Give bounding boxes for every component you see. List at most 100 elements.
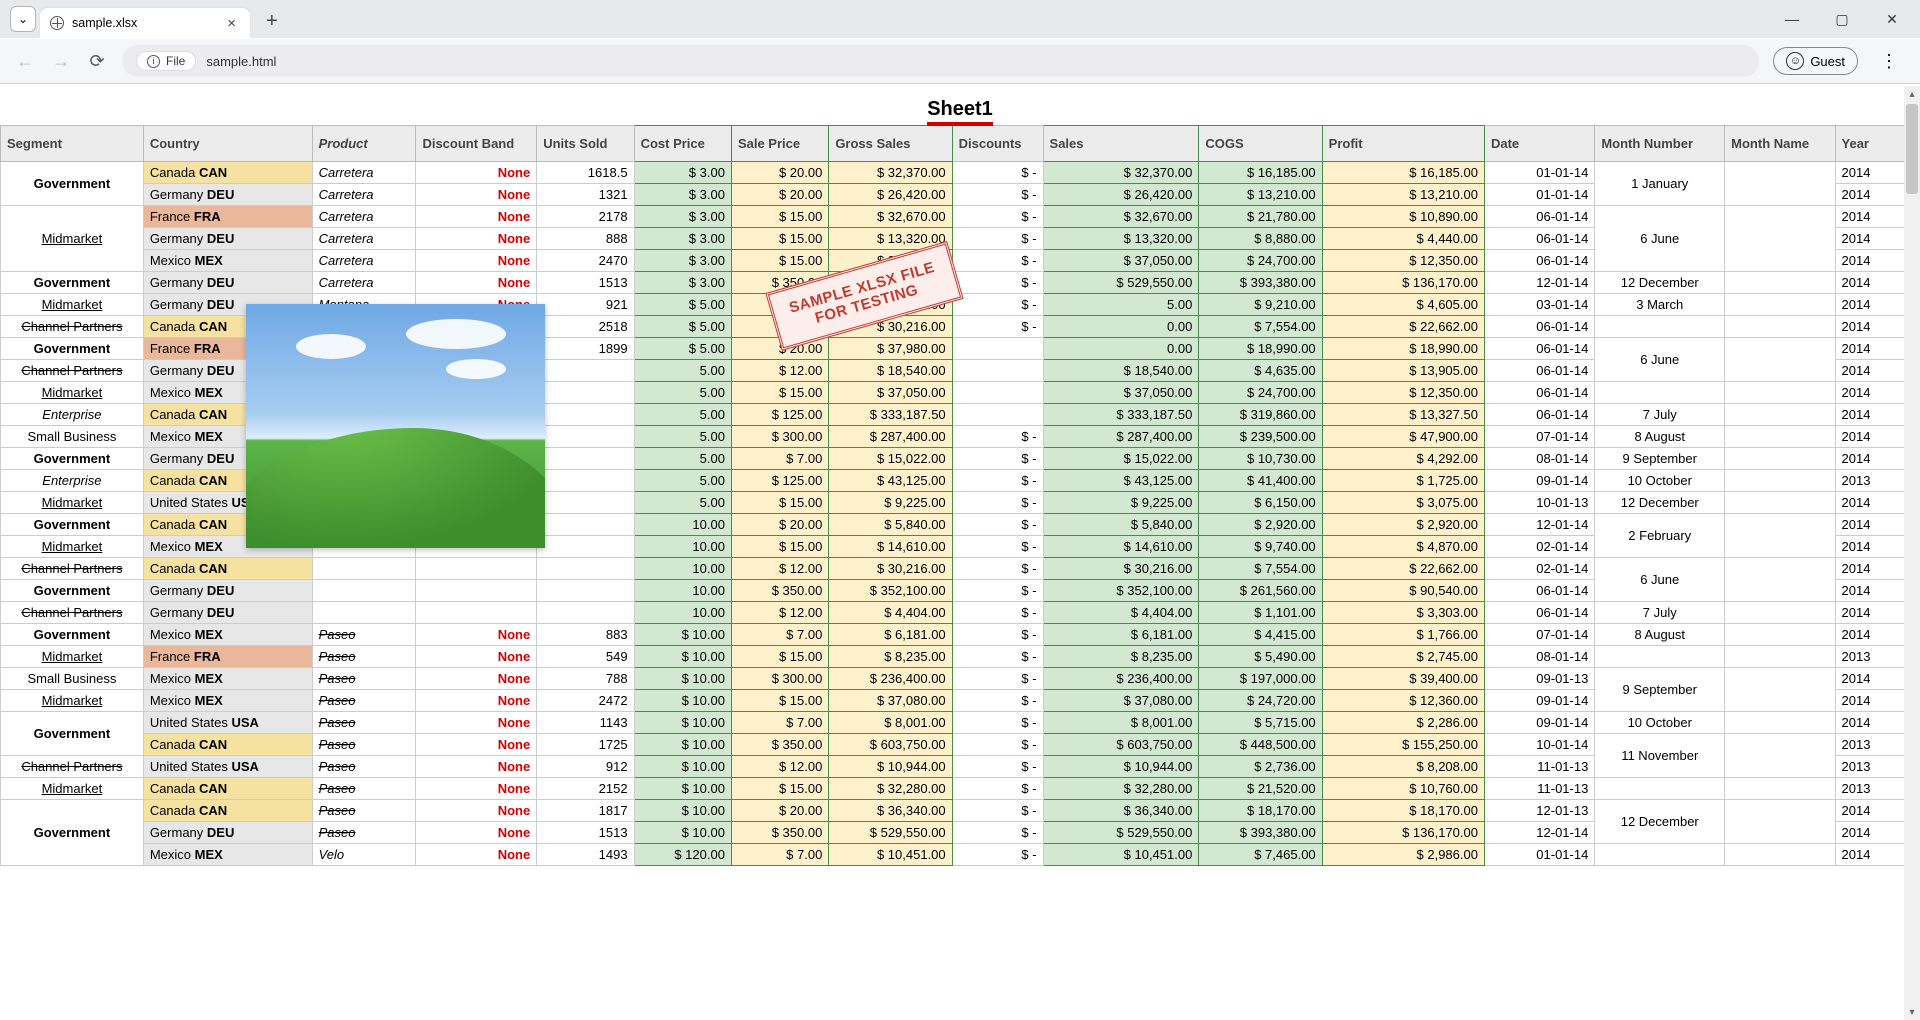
page-viewport[interactable]: Sheet1 SegmentCountryProductDiscount Ban… [0, 86, 1920, 1020]
segment-cell: Midmarket [1, 646, 144, 668]
country-cell: France FRA [143, 206, 312, 228]
profit-cell: $ 155,250.00 [1322, 734, 1484, 756]
month-cell: 10 October [1595, 712, 1725, 734]
close-window-button[interactable]: ✕ [1870, 4, 1914, 34]
back-button[interactable]: ← [14, 50, 36, 72]
country-cell: Germany DEU [143, 602, 312, 624]
vertical-scrollbar[interactable]: ▴ ▾ [1904, 86, 1920, 1020]
cost-cell: $ 120.00 [634, 844, 731, 866]
table-row: Channel PartnersCanada CAN10.00$ 12.00$ … [1, 558, 1920, 580]
cogs-cell: $ 16,185.00 [1199, 162, 1322, 184]
tab-search-button[interactable]: ⌄ [10, 6, 36, 32]
profit-cell: $ 2,286.00 [1322, 712, 1484, 734]
units-cell: 1618.5 [537, 162, 634, 184]
maximize-button[interactable]: ▢ [1820, 4, 1864, 34]
guest-label: Guest [1810, 54, 1845, 69]
date-cell: 11-01-13 [1484, 756, 1594, 778]
date-cell: 06-01-14 [1484, 338, 1594, 360]
segment-cell: Channel Partners [1, 558, 144, 580]
country-cell: Germany DEU [143, 272, 312, 294]
product-cell [312, 558, 416, 580]
table-row: Canada CANPaseoNone1725$ 10.00$ 350.00$ … [1, 734, 1920, 756]
discount-cell: $ - [952, 800, 1043, 822]
sales-cell: $ 15,022.00 [1043, 448, 1199, 470]
discount-cell: $ - [952, 492, 1043, 514]
address-bar[interactable]: i File sample.html [122, 45, 1759, 77]
scroll-thumb[interactable] [1906, 104, 1918, 194]
sale-cell: $ 15.00 [731, 250, 828, 272]
month-cell: 8 August [1595, 624, 1725, 646]
sales-cell: 0.00 [1043, 316, 1199, 338]
browser-tab[interactable]: sample.xlsx × [40, 8, 250, 38]
cogs-cell: $ 13,210.00 [1199, 184, 1322, 206]
cogs-cell: $ 21,780.00 [1199, 206, 1322, 228]
date-cell: 12-01-14 [1484, 514, 1594, 536]
browser-menu-button[interactable]: ⋮ [1872, 51, 1906, 72]
units-cell [537, 514, 634, 536]
units-cell [537, 426, 634, 448]
discount-cell: $ - [952, 580, 1043, 602]
scroll-up-icon[interactable]: ▴ [1904, 86, 1920, 102]
date-cell: 03-01-14 [1484, 294, 1594, 316]
table-row: MidmarketFrance FRAPaseoNone549$ 10.00$ … [1, 646, 1920, 668]
units-cell: 888 [537, 228, 634, 250]
country-cell: Germany DEU [143, 228, 312, 250]
cost-cell: 10.00 [634, 602, 731, 624]
cogs-cell: $ 7,554.00 [1199, 316, 1322, 338]
discount-band-cell: None [416, 822, 537, 844]
units-cell: 549 [537, 646, 634, 668]
cogs-cell: $ 239,500.00 [1199, 426, 1322, 448]
sales-cell: $ 236,400.00 [1043, 668, 1199, 690]
cost-cell: $ 10.00 [634, 800, 731, 822]
country-cell: Canada CAN [143, 162, 312, 184]
discount-cell: $ - [952, 844, 1043, 866]
profit-cell: $ 4,605.00 [1322, 294, 1484, 316]
profit-cell: $ 10,760.00 [1322, 778, 1484, 800]
sales-cell: $ 37,050.00 [1043, 382, 1199, 404]
gross-cell: $ 236,400.00 [829, 668, 952, 690]
sale-cell: $ 7.00 [731, 712, 828, 734]
sheet-title: Sheet1 [0, 86, 1920, 125]
cogs-cell: $ 319,860.00 [1199, 404, 1322, 426]
sale-cell: $ 7.00 [731, 844, 828, 866]
month-cell: 12 December [1595, 272, 1725, 294]
country-cell: Germany DEU [143, 822, 312, 844]
date-cell: 02-01-14 [1484, 536, 1594, 558]
cogs-cell: $ 9,210.00 [1199, 294, 1322, 316]
discount-cell: $ - [952, 448, 1043, 470]
segment-cell: Government [1, 448, 144, 470]
units-cell [537, 448, 634, 470]
sheet-container: Sheet1 SegmentCountryProductDiscount Ban… [0, 86, 1920, 866]
profit-cell: $ 18,990.00 [1322, 338, 1484, 360]
country-cell: Canada CAN [143, 558, 312, 580]
segment-cell: Government [1, 712, 144, 756]
cost-cell: 5.00 [634, 426, 731, 448]
scroll-down-icon[interactable]: ▾ [1904, 1004, 1920, 1020]
date-cell: 02-01-14 [1484, 558, 1594, 580]
units-cell [537, 492, 634, 514]
units-cell: 2152 [537, 778, 634, 800]
sales-cell: 5.00 [1043, 294, 1199, 316]
units-cell: 2518 [537, 316, 634, 338]
date-cell: 10-01-13 [1484, 492, 1594, 514]
month-cell: 7 July [1595, 404, 1725, 426]
gross-cell: $ 529,550.00 [829, 822, 952, 844]
new-tab-button[interactable]: + [254, 10, 290, 33]
reload-button[interactable]: ⟳ [86, 50, 108, 72]
cogs-cell: $ 18,170.00 [1199, 800, 1322, 822]
minimize-button[interactable]: — [1770, 4, 1814, 34]
date-cell: 09-01-14 [1484, 690, 1594, 712]
close-tab-icon[interactable]: × [223, 15, 240, 32]
file-origin-pill[interactable]: i File [136, 51, 196, 71]
sale-cell: $ 15.00 [731, 382, 828, 404]
segment-cell: Channel Partners [1, 316, 144, 338]
forward-button[interactable]: → [50, 50, 72, 72]
country-cell: Canada CAN [143, 778, 312, 800]
product-cell: Velo [312, 844, 416, 866]
country-cell: Mexico MEX [143, 250, 312, 272]
sales-cell: $ 333,187.50 [1043, 404, 1199, 426]
month-name-cell [1725, 734, 1835, 778]
month-cell: 8 August [1595, 426, 1725, 448]
cost-cell: $ 10.00 [634, 668, 731, 690]
profile-button[interactable]: ☺ Guest [1773, 47, 1858, 75]
